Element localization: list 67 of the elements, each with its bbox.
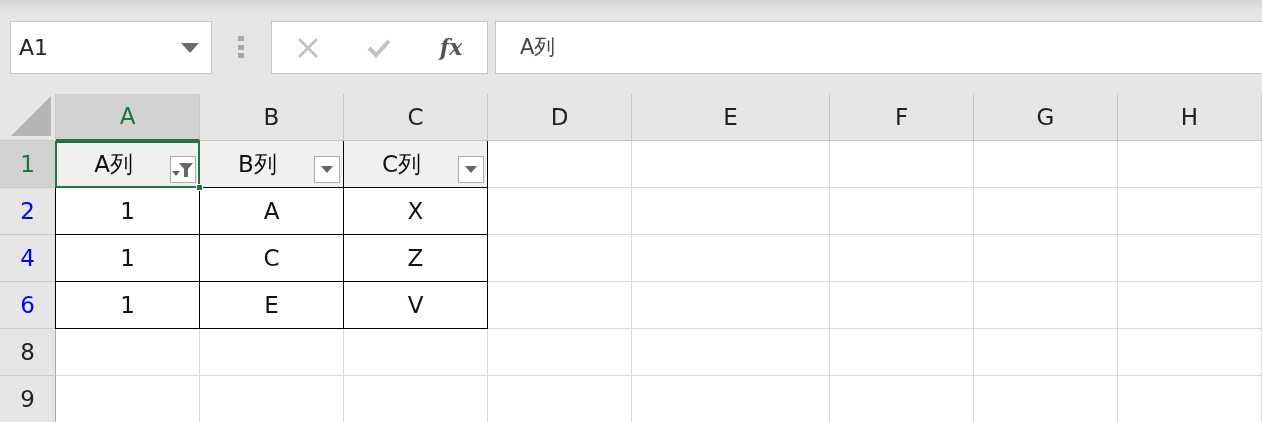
column-title: A列: [94, 149, 133, 179]
empty-cell[interactable]: [1118, 188, 1262, 235]
header-cell[interactable]: C列: [344, 141, 488, 188]
column-header[interactable]: D: [488, 94, 632, 141]
dropdown-button[interactable]: [458, 156, 484, 183]
empty-cell[interactable]: [830, 329, 974, 376]
formula-bar[interactable]: A列: [495, 21, 1262, 74]
table-cell[interactable]: X: [344, 188, 488, 235]
close-icon: [296, 36, 319, 59]
empty-cell[interactable]: [830, 235, 974, 282]
empty-cell[interactable]: [632, 329, 830, 376]
table-cell[interactable]: Z: [344, 235, 488, 282]
column-header[interactable]: B: [200, 94, 344, 141]
empty-cell[interactable]: [974, 235, 1118, 282]
table-cell[interactable]: 1: [55, 188, 200, 235]
empty-cell[interactable]: [974, 282, 1118, 329]
empty-cell[interactable]: [830, 141, 974, 188]
name-box-value: A1: [19, 34, 49, 62]
empty-cell[interactable]: [488, 282, 632, 329]
column-header[interactable]: C: [344, 94, 488, 141]
empty-cell[interactable]: [830, 282, 974, 329]
empty-cell[interactable]: [632, 141, 830, 188]
column-header[interactable]: F: [830, 94, 974, 141]
grip-icon: [238, 36, 244, 58]
empty-cell[interactable]: [974, 329, 1118, 376]
row-header[interactable]: 2: [0, 188, 56, 235]
table-cell[interactable]: C: [200, 235, 344, 282]
empty-cell[interactable]: [974, 141, 1118, 188]
empty-cell[interactable]: [974, 188, 1118, 235]
empty-cell[interactable]: [488, 188, 632, 235]
column-title: B列: [238, 149, 277, 179]
check-icon: [367, 37, 392, 58]
empty-cell[interactable]: [1118, 235, 1262, 282]
filter-button[interactable]: [170, 156, 196, 183]
table-cell[interactable]: A: [200, 188, 344, 235]
row-header[interactable]: 8: [0, 329, 56, 376]
row-header[interactable]: 9: [0, 376, 56, 422]
empty-cell[interactable]: [830, 188, 974, 235]
select-all-icon: [11, 96, 51, 136]
empty-cell[interactable]: [344, 329, 488, 376]
empty-cell[interactable]: [488, 235, 632, 282]
header-cell[interactable]: A列: [55, 141, 200, 188]
empty-cell[interactable]: [1118, 282, 1262, 329]
fill-handle[interactable]: [196, 184, 203, 191]
empty-cell[interactable]: [1118, 141, 1262, 188]
row-header[interactable]: 4: [0, 235, 56, 282]
header-cell[interactable]: B列: [200, 141, 344, 188]
table-cell[interactable]: 1: [55, 282, 200, 329]
dropdown-button[interactable]: [314, 156, 340, 183]
caret-icon: [181, 42, 199, 53]
empty-cell[interactable]: [632, 235, 830, 282]
column-header[interactable]: A: [56, 94, 200, 141]
column-header[interactable]: H: [1118, 94, 1262, 141]
row-header[interactable]: 6: [0, 282, 56, 329]
column-title: C列: [381, 149, 422, 179]
table-cell[interactable]: V: [344, 282, 488, 329]
empty-cell[interactable]: [1118, 329, 1262, 376]
empty-cell[interactable]: [632, 188, 830, 235]
table-cell[interactable]: E: [200, 282, 344, 329]
column-header[interactable]: E: [632, 94, 830, 141]
empty-cell[interactable]: [200, 329, 344, 376]
row-header[interactable]: 1: [0, 141, 56, 188]
name-box[interactable]: A1: [10, 21, 212, 74]
empty-cell[interactable]: [632, 282, 830, 329]
column-header[interactable]: G: [974, 94, 1118, 141]
empty-cell[interactable]: [488, 329, 632, 376]
table-cell[interactable]: 1: [55, 235, 200, 282]
